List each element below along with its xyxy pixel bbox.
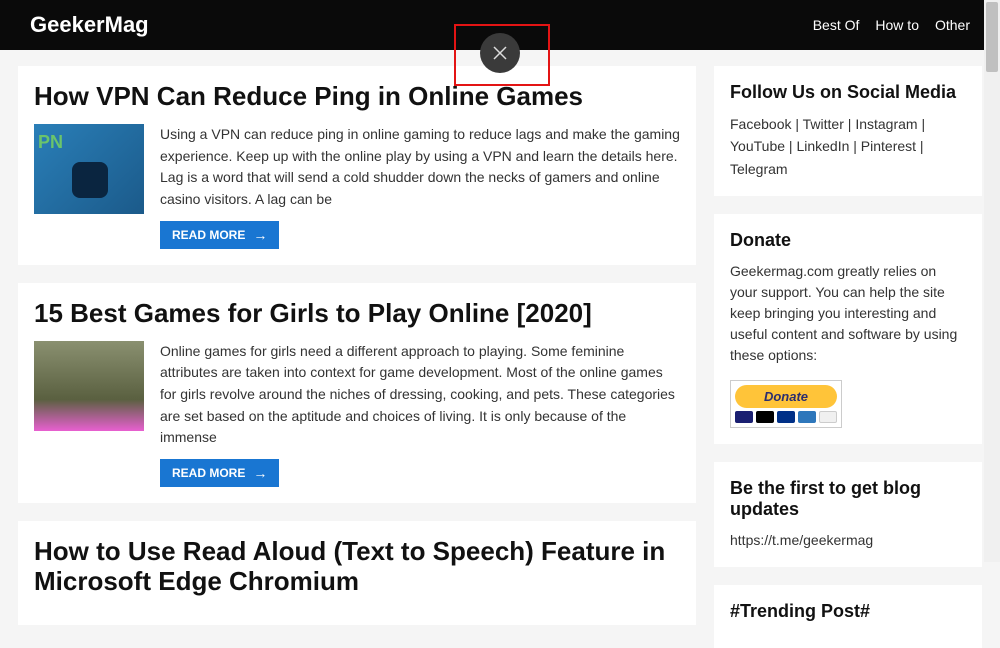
article-card: 15 Best Games for Girls to Play Online [… — [18, 283, 696, 503]
article-card: How to Use Read Aloud (Text to Speech) F… — [18, 521, 696, 625]
article-body: Using a VPN can reduce ping in online ga… — [34, 124, 680, 249]
mastercard-icon — [756, 411, 774, 423]
payment-cards — [735, 411, 837, 423]
article-title[interactable]: How VPN Can Reduce Ping in Online Games — [34, 82, 680, 112]
nav-other[interactable]: Other — [935, 17, 970, 33]
updates-widget: Be the first to get blog updates https:/… — [714, 462, 982, 567]
social-link-twitter[interactable]: Twitter — [803, 116, 844, 132]
widget-title: Donate — [730, 230, 966, 251]
arrow-right-icon: → — [253, 465, 267, 481]
close-button[interactable] — [480, 33, 520, 73]
read-more-button[interactable]: READ MORE → — [160, 221, 279, 249]
social-widget: Follow Us on Social Media Facebook | Twi… — [714, 66, 982, 196]
paypal-icon — [777, 411, 795, 423]
close-icon — [492, 45, 508, 61]
site-logo[interactable]: GeekerMag — [30, 12, 149, 38]
article-excerpt: Using a VPN can reduce ping in online ga… — [160, 124, 680, 211]
social-link-pinterest[interactable]: Pinterest — [861, 138, 916, 154]
trending-widget: #Trending Post# — [714, 585, 982, 648]
telegram-link[interactable]: https://t.me/geekermag — [730, 530, 966, 551]
visa-icon — [735, 411, 753, 423]
donate-text: Geekermag.com greatly relies on your sup… — [730, 261, 966, 366]
main-nav: Best Of How to Other — [813, 17, 970, 33]
read-more-label: READ MORE — [172, 228, 245, 242]
social-link-telegram[interactable]: Telegram — [730, 161, 788, 177]
content-container: How VPN Can Reduce Ping in Online Games … — [0, 50, 1000, 648]
donate-widget: Donate Geekermag.com greatly relies on y… — [714, 214, 982, 444]
article-thumbnail[interactable] — [34, 124, 144, 214]
nav-best-of[interactable]: Best Of — [813, 17, 860, 33]
article-content: Online games for girls need a different … — [160, 341, 680, 487]
sidebar: Follow Us on Social Media Facebook | Twi… — [714, 66, 982, 648]
scrollbar-thumb[interactable] — [986, 2, 998, 72]
article-body: Online games for girls need a different … — [34, 341, 680, 487]
discover-icon — [819, 411, 837, 423]
widget-title: Follow Us on Social Media — [730, 82, 966, 103]
main-column: How VPN Can Reduce Ping in Online Games … — [18, 66, 696, 648]
social-link-youtube[interactable]: YouTube — [730, 138, 785, 154]
widget-title: #Trending Post# — [730, 601, 966, 622]
article-title[interactable]: 15 Best Games for Girls to Play Online [… — [34, 299, 680, 329]
social-link-linkedin[interactable]: LinkedIn — [796, 138, 849, 154]
article-title[interactable]: How to Use Read Aloud (Text to Speech) F… — [34, 537, 680, 597]
donate-button[interactable]: Donate — [730, 380, 842, 428]
article-content: Using a VPN can reduce ping in online ga… — [160, 124, 680, 249]
read-more-button[interactable]: READ MORE → — [160, 459, 279, 487]
social-link-facebook[interactable]: Facebook — [730, 116, 791, 132]
scrollbar[interactable] — [984, 0, 1000, 562]
social-link-instagram[interactable]: Instagram — [855, 116, 917, 132]
article-excerpt: Online games for girls need a different … — [160, 341, 680, 449]
nav-how-to[interactable]: How to — [875, 17, 919, 33]
arrow-right-icon: → — [253, 227, 267, 243]
article-thumbnail[interactable] — [34, 341, 144, 431]
read-more-label: READ MORE — [172, 466, 245, 480]
social-links: Facebook | Twitter | Instagram | YouTube… — [730, 113, 966, 180]
donate-pill: Donate — [735, 385, 837, 408]
amex-icon — [798, 411, 816, 423]
widget-title: Be the first to get blog updates — [730, 478, 966, 520]
article-card: How VPN Can Reduce Ping in Online Games … — [18, 66, 696, 265]
